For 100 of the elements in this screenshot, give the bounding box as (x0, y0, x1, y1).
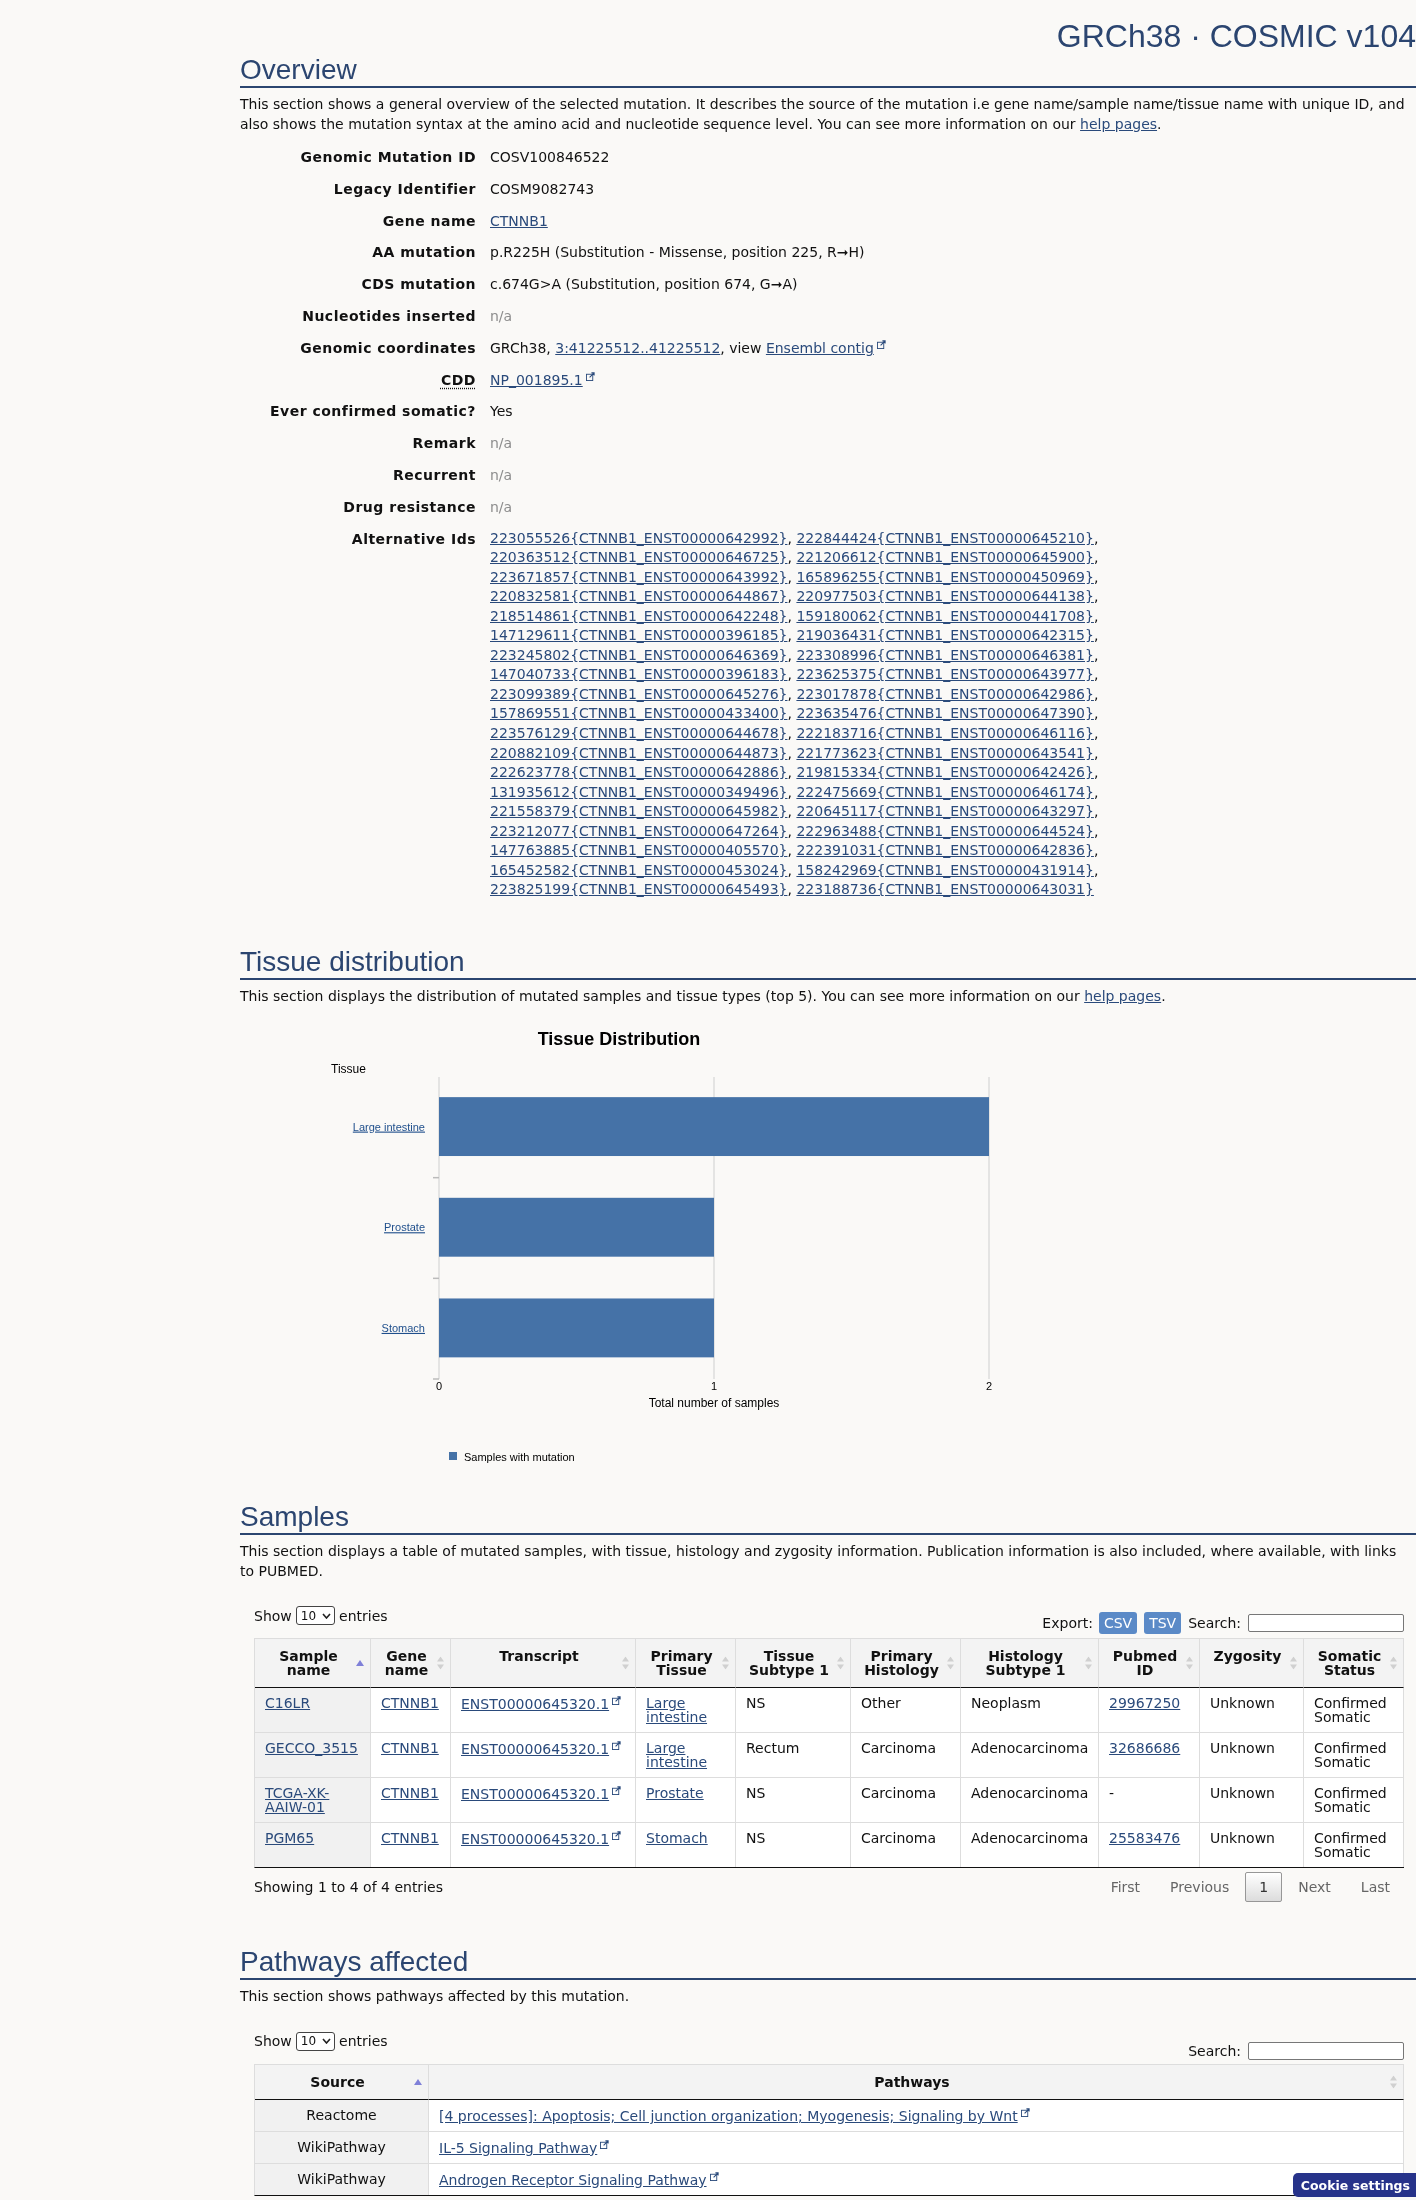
column-header[interactable]: Primary Tissue (636, 1638, 736, 1689)
link[interactable]: CTNNB1 (490, 212, 548, 229)
column-header[interactable]: Somatic Status (1304, 1638, 1404, 1689)
search-field[interactable] (1248, 1614, 1404, 1633)
link[interactable]: 222183716{CTNNB1_ENST00000646116} (796, 725, 1094, 742)
link[interactable]: GECCO_3515 (265, 1741, 358, 1756)
link[interactable]: Large intestine (646, 1696, 731, 1725)
column-header[interactable]: Transcript (451, 1638, 636, 1689)
table-cell: Other (851, 1688, 961, 1734)
link[interactable]: 222963488{CTNNB1_ENST00000644524} (796, 822, 1094, 839)
link[interactable]: ENST00000645320.1 (461, 1696, 610, 1713)
link[interactable]: 222623778{CTNNB1_ENST00000642886} (490, 764, 788, 781)
export-button[interactable]: CSV (1098, 1612, 1138, 1635)
link[interactable]: C16LR (265, 1696, 311, 1711)
export-button[interactable]: TSV (1144, 1612, 1182, 1635)
link[interactable]: 220977503{CTNNB1_ENST00000644138} (796, 588, 1094, 605)
column-header[interactable]: Sample name (255, 1638, 371, 1689)
link[interactable]: ENST00000645320.1 (461, 1831, 610, 1848)
column-header[interactable]: Pathways (429, 2063, 1404, 2100)
link[interactable]: 223308996{CTNNB1_ENST00000646381} (796, 646, 1094, 663)
field-value: Yes (490, 402, 513, 422)
link[interactable]: Prostate (646, 1786, 704, 1801)
link[interactable]: ENST00000645320.1 (461, 1786, 610, 1803)
link[interactable]: TCGA-XK-AAIW-01 (265, 1786, 366, 1815)
link[interactable]: 147129611{CTNNB1_ENST00000396185} (490, 627, 788, 644)
column-header[interactable]: Source (255, 2063, 429, 2100)
link[interactable]: 220645117{CTNNB1_ENST00000643297} (796, 803, 1094, 820)
link[interactable]: 223625375{CTNNB1_ENST00000643977} (796, 666, 1094, 683)
link[interactable]: 3:41225512..41225512 (555, 339, 721, 356)
link[interactable]: Androgen Receptor Signaling Pathway (439, 2171, 707, 2188)
link[interactable]: 220882109{CTNNB1_ENST00000644873} (490, 744, 788, 761)
section-heading: Tissue distribution (240, 945, 465, 977)
link[interactable]: 223635476{CTNNB1_ENST00000647390} (796, 705, 1094, 722)
field-label: AA mutation (372, 243, 476, 263)
field-value: COSV100846522 (490, 148, 610, 167)
link[interactable]: 222844424{CTNNB1_ENST00000645210} (796, 529, 1094, 546)
table-cell: Adenocarcinoma (961, 1778, 1099, 1824)
column-header[interactable]: Gene name (371, 1638, 451, 1689)
section-heading: Pathways affected (240, 1946, 469, 1978)
link[interactable]: 221206612{CTNNB1_ENST00000645900} (796, 549, 1094, 566)
link[interactable]: 158242969{CTNNB1_ENST00000431914} (796, 861, 1094, 878)
link[interactable]: 221773623{CTNNB1_ENST00000643541} (796, 744, 1094, 761)
link[interactable]: 223188736{CTNNB1_ENST00000643031} (796, 881, 1094, 898)
link[interactable]: 29967250 (1109, 1696, 1181, 1711)
search-field[interactable] (1248, 2041, 1404, 2060)
page-size-select[interactable]: 10 (295, 1606, 336, 1626)
link[interactable]: Ensembl contig (765, 339, 874, 356)
table-cell: Adenocarcinoma (961, 1823, 1099, 1868)
cookie-settings-button[interactable]: Cookie settings (1292, 2173, 1416, 2197)
column-header[interactable]: Pubmed ID (1099, 1638, 1200, 1689)
link[interactable]: 223671857{CTNNB1_ENST00000643992} (490, 568, 788, 585)
link[interactable]: 25583476 (1109, 1831, 1181, 1846)
link[interactable]: Large intestine (646, 1741, 731, 1770)
column-header[interactable]: Histology Subtype 1 (961, 1638, 1099, 1689)
link[interactable]: help pages (1084, 987, 1162, 1004)
link[interactable]: CTNNB1 (381, 1741, 439, 1756)
category-label[interactable]: Large intestine (352, 1121, 425, 1134)
link[interactable]: 157869551{CTNNB1_ENST00000433400} (490, 705, 788, 722)
link[interactable]: 147040733{CTNNB1_ENST00000396183} (490, 666, 788, 683)
link[interactable]: PGM65 (265, 1831, 315, 1846)
column-header[interactable]: Primary Histology (851, 1638, 961, 1689)
link[interactable]: 219815334{CTNNB1_ENST00000642426} (796, 764, 1094, 781)
axis-tick-label: 1 (710, 1380, 718, 1393)
link[interactable]: 223099389{CTNNB1_ENST00000645276} (490, 685, 788, 702)
link[interactable]: 131935612{CTNNB1_ENST00000349496} (490, 783, 788, 800)
link[interactable]: ENST00000645320.1 (461, 1741, 610, 1758)
link[interactable]: NP_001895.1 (490, 371, 583, 388)
link[interactable]: 219036431{CTNNB1_ENST00000642315} (796, 627, 1094, 644)
table-cell: Carcinoma (851, 1823, 961, 1868)
link[interactable]: 165452582{CTNNB1_ENST00000453024} (490, 861, 788, 878)
link[interactable]: 223212077{CTNNB1_ENST00000647264} (490, 822, 788, 839)
link[interactable]: 223825199{CTNNB1_ENST00000645493} (490, 881, 788, 898)
table-cell: Confirmed Somatic (1304, 1688, 1404, 1734)
category-label[interactable]: Stomach (381, 1322, 425, 1335)
link[interactable]: CTNNB1 (381, 1831, 439, 1846)
link[interactable]: IL-5 Signaling Pathway (439, 2139, 598, 2156)
pagination-button[interactable]: 1 (1245, 1872, 1283, 1903)
link[interactable]: 220832581{CTNNB1_ENST00000644867} (490, 588, 788, 605)
link[interactable]: CTNNB1 (381, 1786, 439, 1801)
id-list: 223055526{CTNNB1_ENST00000642992}, 222844424{CTNNB1_ENST00000645210}, 220363512{CTNNB1_ENST00000646725}, 221206612{CTNNB1_ENST00000645900}, 223671857{CTNNB1_ENST00000643992}, 165896255{CTNNB1_ENST00000450969}, 220832581{CTNNB1_ENST00000644867}, 220977503{CTNNB1_ENST00000644138}, 218514861{CTNNB1_ENST00000642248}, 159180062{CTNNB1_ENST00000441708}, 147129611{CTNNB1_ENST00000396185}, 219036431{CTNNB1_ENST00000642315}, 223245802{CTNNB1_ENST00000646369}, 223308996{CTNNB1_ENST00000646381}, 147040733{CTNNB1_ENST00000396183}, 223625375{CTNNB1_ENST00000643977}, 223099389{CTNNB1_ENST00000645276}, 223017878{CTNNB1_ENST00000642986}, 157869551{CTNNB1_ENST00000433400}, 223635476{CTNNB1_ENST00000647390}, 223576129{CTNNB1_ENST00000644678}, 222183716{CTNNB1_ENST00000646116}, 220882109{CTNNB1_ENST00000644873}, 221773623{CTNNB1_ENST00000643541}, 222623778{CTNNB1_ENST00000642886}, 219815334{CTNNB1_ENST00000642426}, 131935612{CTNNB1_ENST00000349496}, 222475669{CTNNB1_ENST00000646174}, 221558379{CTNNB1_ENST00000645982}, 220645117{CTNNB1_ENST00000643297}, 223212077{CTNNB1_ENST00000647264}, 222963488{CTNNB1_ENST00000644524}, 147763885{CTNNB1_ENST00000405570}, 222391031{CTNNB1_ENST00000642836}, 165452582{CTNNB1_ENST00000453024}, 158242969{CTNNB1_ENST00000431914}, 223825199{CTNNB1_ENST00000645493}, 223188736{CTNNB1_ENST00000643031} (490, 528, 1130, 900)
link[interactable]: 221558379{CTNNB1_ENST00000645982} (490, 803, 788, 820)
link[interactable]: 223576129{CTNNB1_ENST00000644678} (490, 725, 788, 742)
link[interactable]: Stomach (646, 1831, 708, 1846)
link[interactable]: CTNNB1 (381, 1696, 439, 1711)
link[interactable]: 223055526{CTNNB1_ENST00000642992} (490, 529, 788, 546)
link[interactable]: 218514861{CTNNB1_ENST00000642248} (490, 607, 788, 624)
category-label[interactable]: Prostate (384, 1221, 425, 1234)
link[interactable]: 222391031{CTNNB1_ENST00000642836} (796, 842, 1094, 859)
link[interactable]: 32686686 (1109, 1741, 1181, 1756)
link[interactable]: 159180062{CTNNB1_ENST00000441708} (796, 607, 1094, 624)
link[interactable]: 223017878{CTNNB1_ENST00000642986} (796, 685, 1094, 702)
link[interactable]: 147763885{CTNNB1_ENST00000405570} (490, 842, 788, 859)
column-header[interactable]: Zygosity (1200, 1638, 1304, 1689)
link[interactable]: 220363512{CTNNB1_ENST00000646725} (490, 549, 788, 566)
link[interactable]: 222475669{CTNNB1_ENST00000646174} (796, 783, 1094, 800)
column-header[interactable]: Tissue Subtype 1 (736, 1638, 851, 1689)
link[interactable]: 223245802{CTNNB1_ENST00000646369} (490, 646, 788, 663)
link[interactable]: 165896255{CTNNB1_ENST00000450969} (796, 568, 1094, 585)
link[interactable]: [4 processes]: Apoptosis; Cell junction organization; Myogenesis; Signaling by Wnt (439, 2107, 1018, 2124)
page-size-select[interactable]: 10 (295, 2031, 336, 2051)
